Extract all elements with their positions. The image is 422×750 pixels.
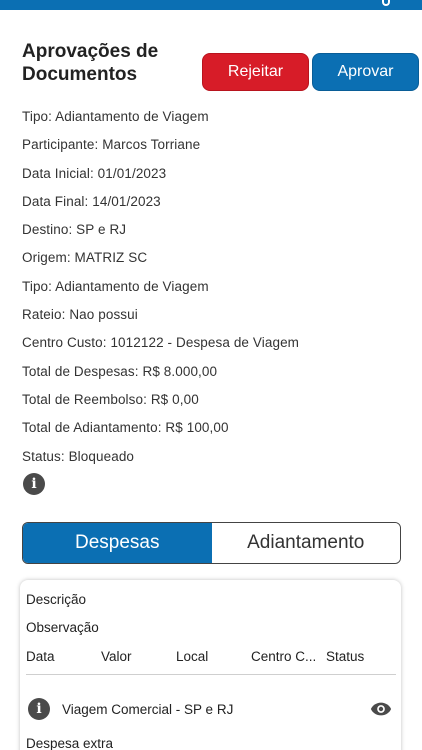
column-centro-custo: Centro C... — [251, 649, 317, 664]
column-valor: Valor — [101, 649, 132, 664]
detail-participante: Participante: Marcos Torriane — [22, 137, 201, 153]
detail-rateio: Rateio: Nao possui — [22, 307, 138, 323]
detail-total-reembolso: Total de Reembolso: R$ 0,00 — [22, 391, 199, 407]
detail-data-inicial: Data Inicial: 01/01/2023 — [22, 165, 167, 181]
observacao-label: Observação — [26, 620, 99, 635]
info-icon[interactable]: i — [23, 473, 45, 495]
expense-card: Descrição Observação Data Valor Local Ce… — [20, 580, 401, 750]
detail-tipo-2: Tipo: Adiantamento de Viagem — [22, 278, 209, 294]
item-subtitle: Despesa extra — [26, 736, 114, 750]
detail-data-final: Data Final: 14/01/2023 — [22, 193, 161, 209]
detail-origem: Origem: MATRIZ SC — [22, 250, 148, 266]
detail-centro-custo: Centro Custo: 1012122 - Despesa de Viage… — [22, 335, 300, 351]
item-title: Viagem Comercial - SP e RJ — [62, 702, 234, 717]
tab-despesas[interactable]: Despesas — [23, 523, 212, 563]
detail-tipo: Tipo: Adiantamento de Viagem — [22, 109, 209, 124]
top-app-bar — [0, 0, 422, 10]
approve-button[interactable]: Aprovar — [312, 53, 419, 91]
item-info-icon[interactable]: i — [28, 698, 50, 720]
tab-switcher: Despesas Adiantamento — [22, 522, 401, 564]
column-status: Status — [326, 649, 365, 664]
header-icon-partial — [382, 0, 390, 6]
detail-destino: Destino: SP e RJ — [22, 222, 127, 238]
divider — [26, 674, 396, 675]
column-data: Data — [26, 649, 55, 664]
tab-adiantamento[interactable]: Adiantamento — [211, 523, 400, 563]
detail-total-despesas: Total de Despesas: R$ 8.000,00 — [22, 363, 218, 379]
reject-button[interactable]: Rejeitar — [202, 53, 309, 91]
detail-total-adiantamento: Total de Adiantamento: R$ 100,00 — [22, 420, 229, 436]
descricao-label: Descrição — [26, 592, 87, 607]
column-local: Local — [176, 649, 209, 664]
page-title: Aprovações de Documentos — [22, 41, 159, 85]
detail-status: Status: Bloqueado — [22, 448, 135, 464]
eye-icon[interactable] — [370, 701, 392, 717]
document-details: Tipo: Adiantamento de Viagem Participant… — [22, 108, 402, 476]
